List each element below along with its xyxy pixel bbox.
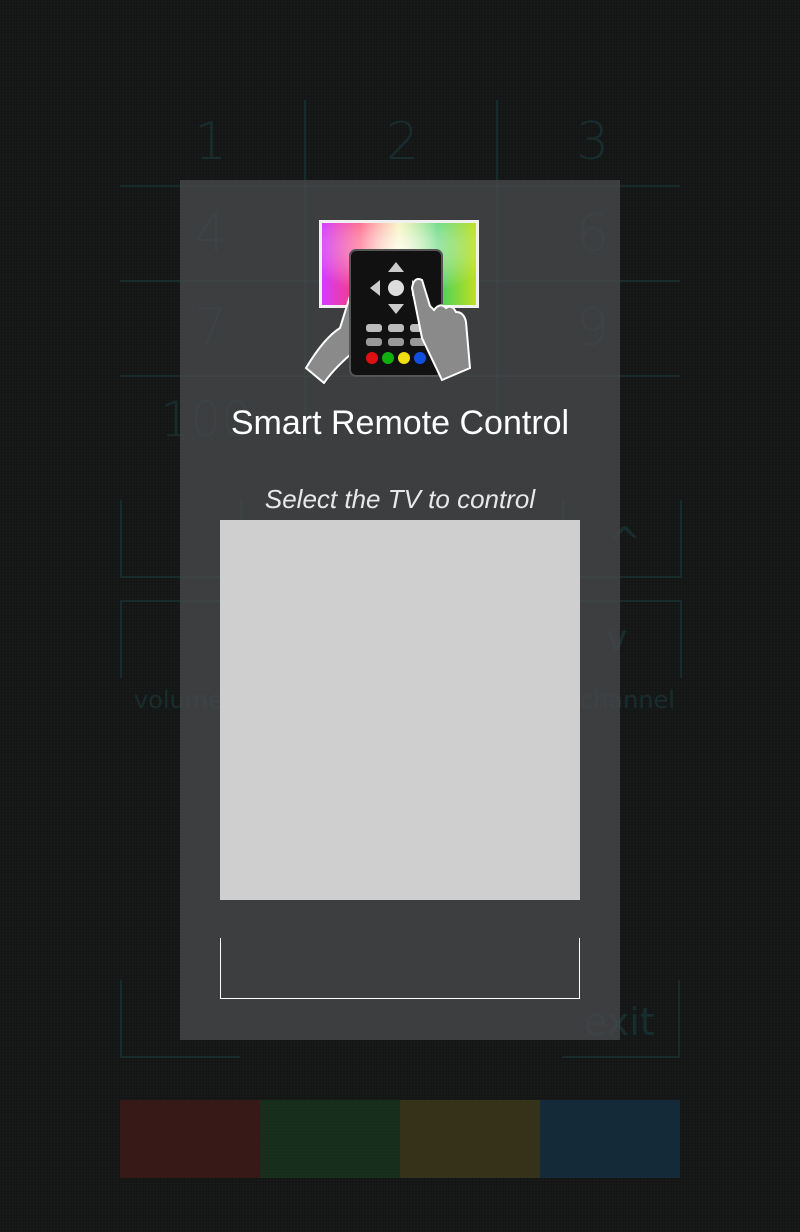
dialog-subtitle: Select the TV to control (264, 484, 536, 514)
select-tv-dialog: Smart Remote Control Select the TV to co… (180, 180, 620, 1040)
dialog-action-button[interactable] (220, 938, 580, 999)
tv-list[interactable] (220, 520, 580, 900)
tv-remote-icon (304, 220, 479, 384)
dialog-title: Smart Remote Control (230, 404, 570, 442)
